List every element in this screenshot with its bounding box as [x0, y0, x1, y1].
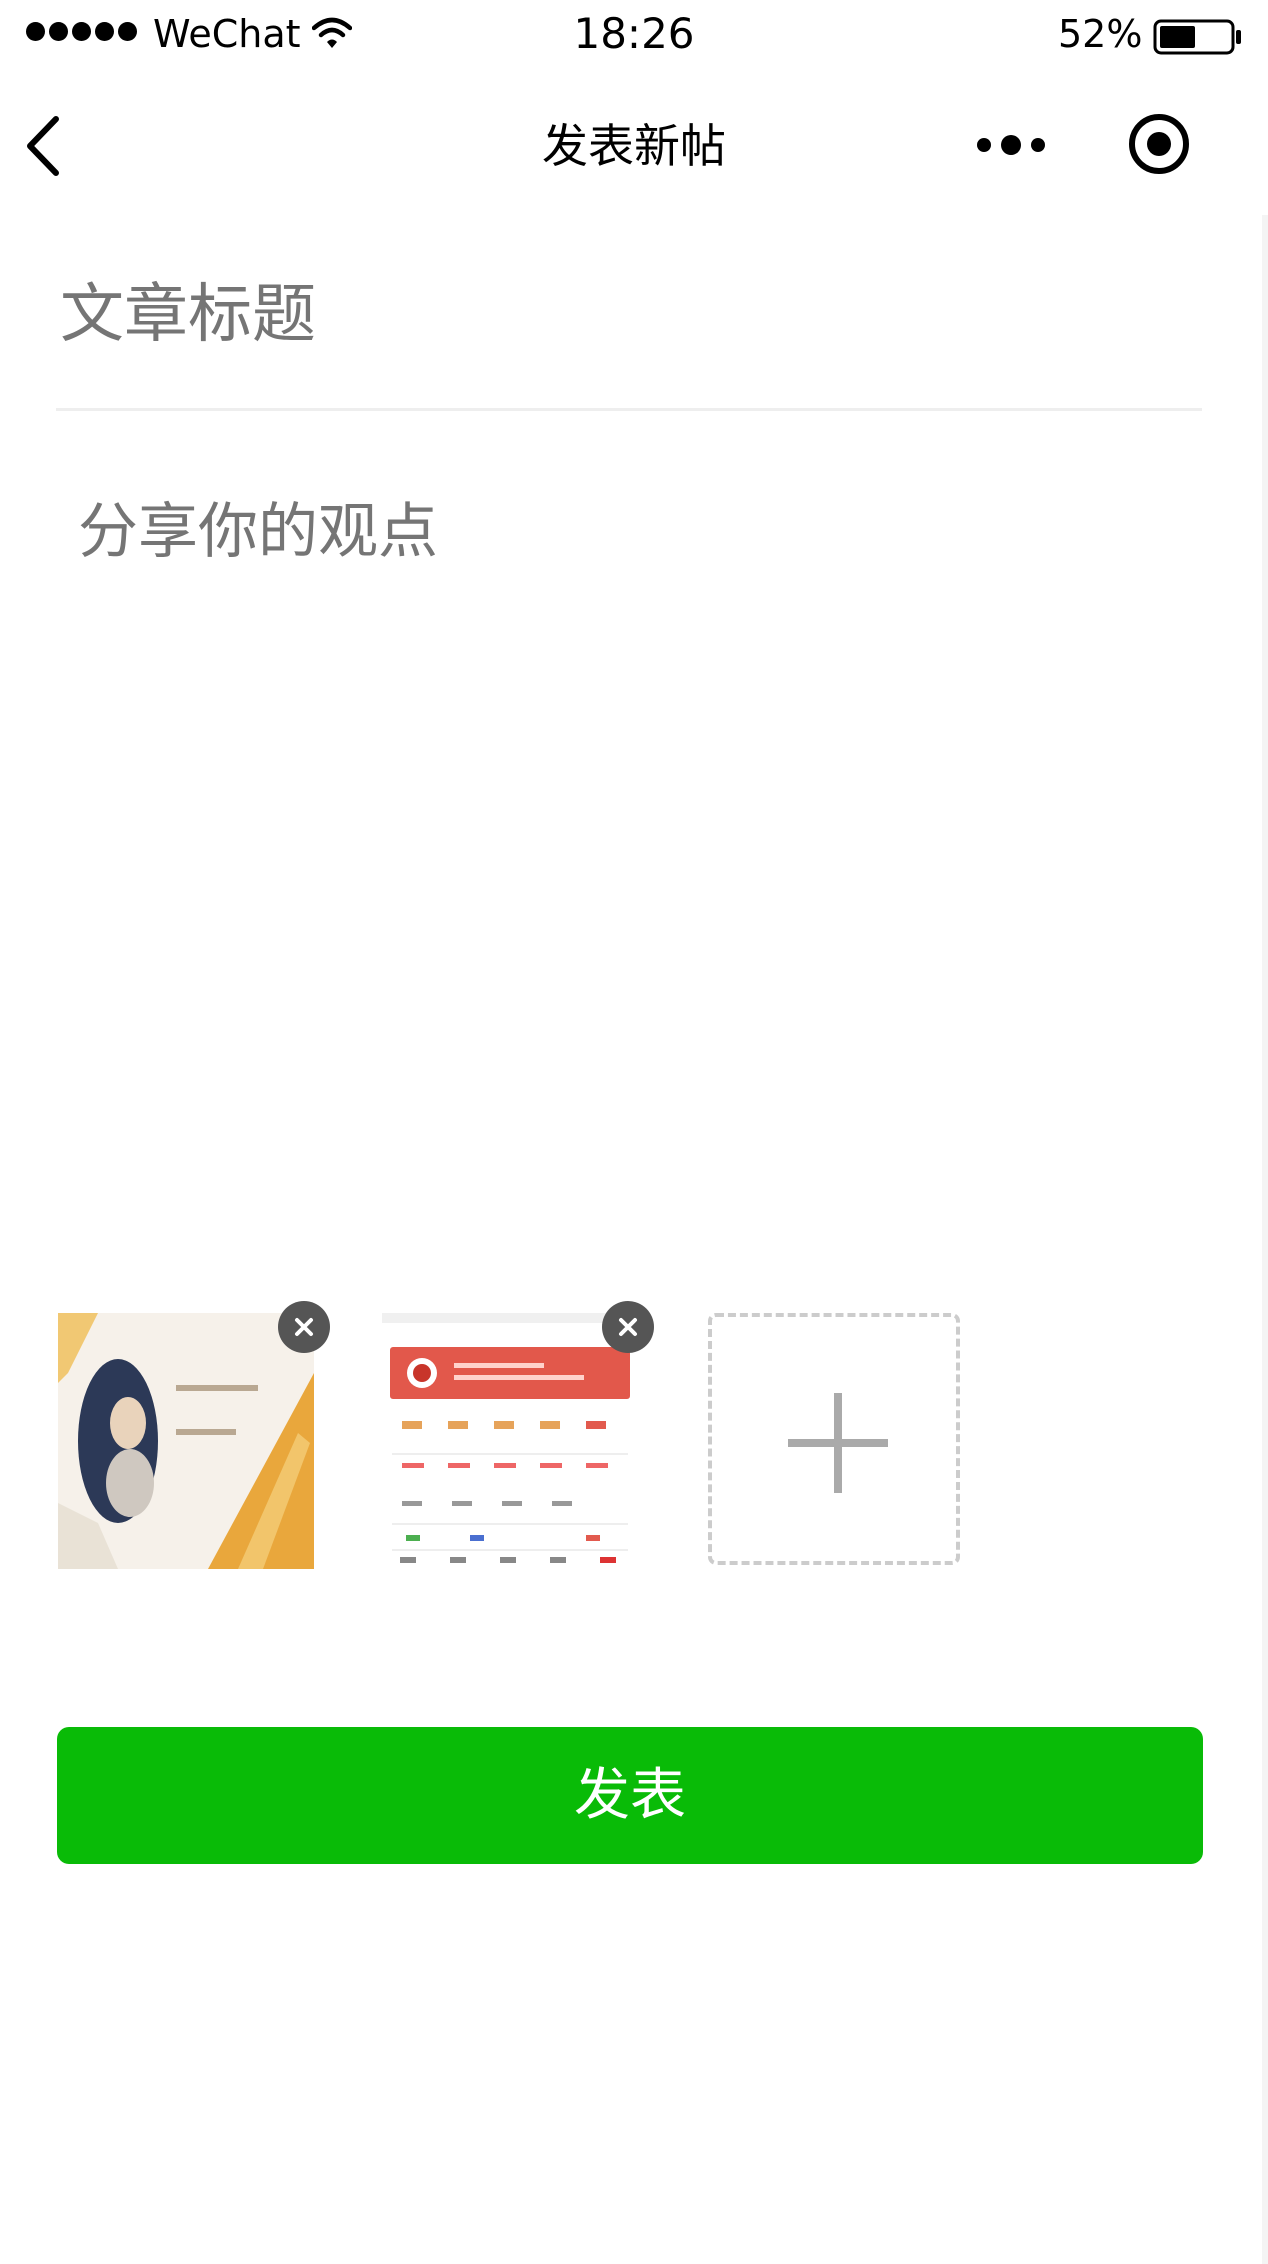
image-thumbnail[interactable] [58, 1301, 330, 1569]
battery-percent: 52% [1058, 12, 1143, 56]
remove-image-button[interactable] [278, 1301, 330, 1353]
title-divider [56, 408, 1202, 411]
close-icon [295, 1318, 313, 1336]
uploaded-screenshot [382, 1313, 638, 1569]
close-icon [619, 1318, 637, 1336]
image-thumbnail[interactable] [382, 1301, 654, 1569]
publish-button[interactable]: 发表 [57, 1727, 1203, 1864]
uploaded-photo [58, 1313, 314, 1569]
scroll-edge [1262, 215, 1268, 2264]
battery-icon [1153, 19, 1241, 55]
plus-icon [788, 1393, 888, 1493]
more-options-icon[interactable] [975, 132, 1047, 158]
content-textarea[interactable] [78, 490, 1198, 1190]
remove-image-button[interactable] [602, 1301, 654, 1353]
add-image-button[interactable] [708, 1313, 960, 1565]
page-title: 发表新帖 [542, 119, 726, 173]
close-miniprogram-icon[interactable] [1127, 112, 1191, 176]
title-input[interactable] [60, 270, 1200, 360]
nav-bar: 发表新帖 [0, 75, 1268, 215]
page: WeChat 18:26 52% 发表新帖 文章标题 分享你的观点 发表 [0, 0, 1268, 2264]
status-bar: WeChat 18:26 52% [0, 0, 1268, 70]
